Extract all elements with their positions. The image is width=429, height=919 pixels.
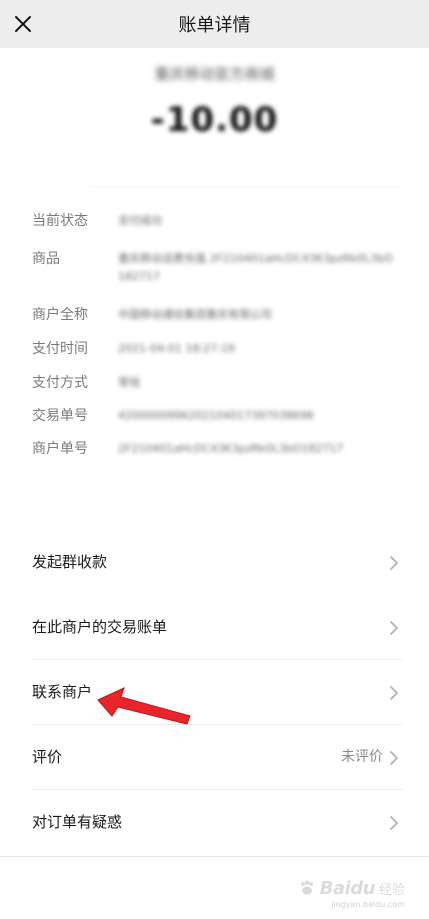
detail-value: 中国移动通信集团重庆有限公司 (118, 308, 272, 321)
menu-item-review[interactable]: 评价 未评价 (0, 725, 429, 790)
detail-value: 2F210401aHcDC43K3pzRk0L3bO182717 (118, 442, 344, 455)
detail-label: 当前状态 (32, 213, 88, 229)
detail-label: 商户单号 (32, 441, 88, 457)
label-fade (92, 438, 114, 460)
menu-item-group-collect[interactable]: 发起群收款 (0, 530, 429, 595)
detail-value: 重庆移动话费充值 2F210401aHcDC43K3pzRk0L3bO18271… (118, 252, 393, 283)
divider (0, 856, 429, 857)
title-bar: 账单详情 (0, 0, 429, 48)
menu-item-label: 发起群收款 (32, 553, 108, 571)
label-fade (92, 338, 114, 360)
payment-amount: -10.00 (150, 100, 279, 140)
watermark-sub: 经验 (378, 882, 405, 898)
label-fade (92, 405, 114, 427)
chevron-right-icon (390, 816, 398, 830)
page-title: 账单详情 (178, 15, 251, 36)
menu-item-merchant-bills[interactable]: 在此商户的交易账单 (0, 595, 429, 660)
menu-item-order-question[interactable]: 对订单有疑惑 (0, 790, 429, 855)
menu-item-label: 联系商户 (32, 683, 93, 701)
watermark: Baidu 经验 (298, 876, 405, 900)
review-status: 未评价 (341, 749, 383, 765)
chevron-right-icon (390, 556, 398, 570)
detail-label: 支付时间 (32, 341, 88, 357)
detail-label: 商户全称 (32, 307, 88, 323)
detail-label: 支付方式 (32, 375, 88, 391)
label-fade (92, 210, 114, 232)
menu-item-label: 对订单有疑惑 (32, 813, 123, 831)
chevron-right-icon (390, 686, 398, 700)
merchant-name: 重庆移动官方商城 (154, 65, 275, 83)
menu-item-contact-merchant[interactable]: 联系商户 (0, 660, 429, 725)
detail-label: 商品 (32, 251, 60, 267)
chevron-right-icon (390, 751, 398, 765)
close-button[interactable] (8, 9, 38, 39)
detail-value: 2021-04-01 18:27:19 (118, 342, 235, 355)
watermark-brand: Baidu (319, 877, 376, 899)
label-fade (92, 304, 114, 326)
action-menu: 发起群收款 在此商户的交易账单 联系商户 评价 未评价 对订单有疑惑 (0, 530, 429, 855)
detail-value: 支付成功 (118, 214, 162, 227)
paw-logo-icon (300, 880, 313, 895)
divider (90, 186, 400, 187)
close-icon (15, 16, 31, 32)
menu-item-label: 评价 (32, 748, 63, 766)
label-fade (92, 372, 114, 394)
detail-label: 交易单号 (32, 408, 88, 424)
chevron-right-icon (390, 621, 398, 635)
menu-item-label: 在此商户的交易账单 (32, 618, 168, 636)
detail-value: 4200000996202104017397038696 (118, 409, 314, 422)
watermark-url: jingyan.baidu.com (331, 900, 405, 909)
detail-value: 零钱 (118, 376, 140, 389)
